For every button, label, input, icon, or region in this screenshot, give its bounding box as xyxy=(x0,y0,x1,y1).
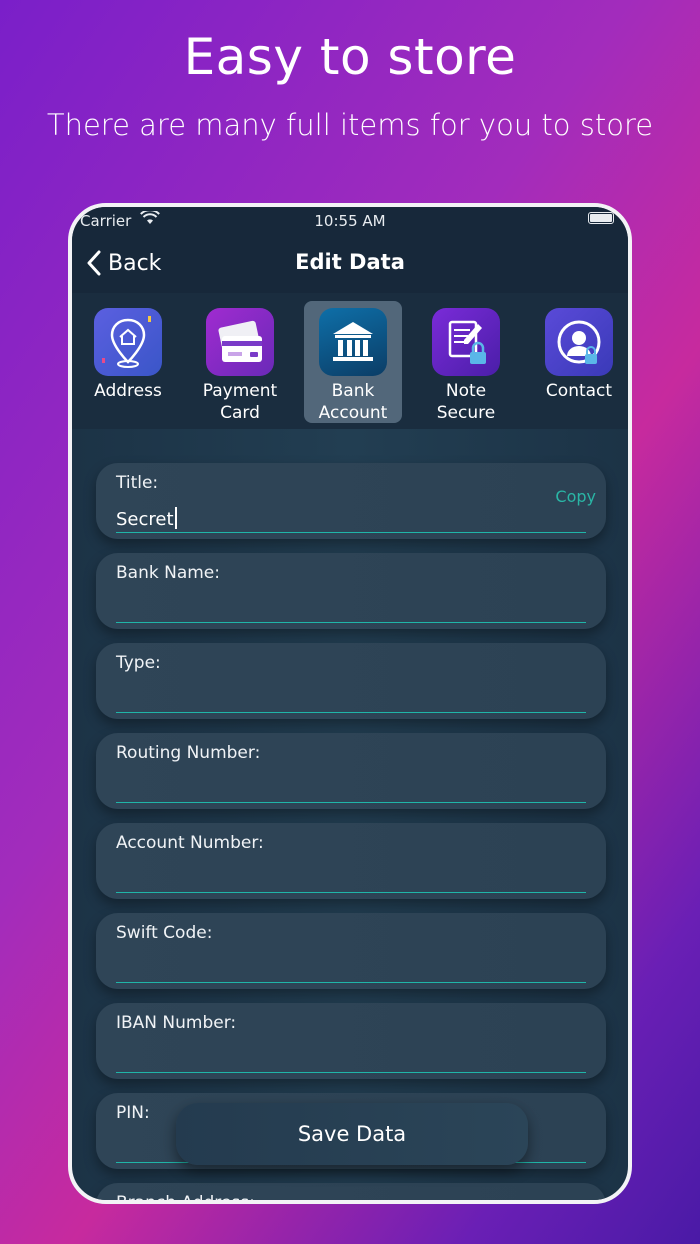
contact-person-icon xyxy=(545,308,613,376)
field-label: Title: xyxy=(116,473,159,493)
battery-icon xyxy=(588,212,614,224)
category-contact[interactable]: Contact xyxy=(530,301,628,423)
secure-note-icon xyxy=(432,308,500,376)
field-underline xyxy=(116,802,586,803)
field-label: Bank Name: xyxy=(116,563,220,583)
bank-name-field[interactable]: Bank Name: xyxy=(96,553,606,629)
field-underline xyxy=(116,1072,586,1073)
phone-frame: Carrier 10:55 AM Back Edit Data Address … xyxy=(68,203,632,1204)
field-label: Branch Address: xyxy=(116,1193,255,1204)
field-underline xyxy=(116,712,586,713)
promo-subtitle: There are many full items for you to sto… xyxy=(46,108,654,142)
branch-address-field[interactable]: Branch Address: xyxy=(96,1183,606,1204)
category-bank-account[interactable]: Bank Account xyxy=(304,301,402,423)
category-address-label: Address xyxy=(94,381,162,401)
copy-button[interactable]: Copy xyxy=(555,487,596,506)
field-underline xyxy=(116,982,586,983)
field-label: Type: xyxy=(116,653,161,673)
text-caret xyxy=(174,507,177,529)
routing-number-field[interactable]: Routing Number: xyxy=(96,733,606,809)
category-note-secure-label: Note xyxy=(445,381,487,401)
field-label: Routing Number: xyxy=(116,743,261,763)
category-address[interactable]: Address xyxy=(79,301,177,423)
credit-card-icon xyxy=(206,308,274,376)
map-pin-home-icon xyxy=(94,308,162,376)
swift-code-field[interactable]: Swift Code: xyxy=(96,913,606,989)
status-bar: Carrier 10:55 AM xyxy=(72,207,628,233)
title-field[interactable]: Title: Secret Copy xyxy=(96,463,606,539)
field-label: Swift Code: xyxy=(116,923,213,943)
category-bank-account-label: Bank xyxy=(331,381,375,401)
bank-form: Title: Secret Copy Bank Name: Type: Rout… xyxy=(72,429,628,1200)
page-title: Edit Data xyxy=(295,250,405,274)
field-underline xyxy=(116,622,586,623)
field-underline xyxy=(116,892,586,893)
category-note-secure[interactable]: Note Secure xyxy=(417,301,515,423)
category-bar: Address Payment Card Bank Account Note S… xyxy=(72,293,628,429)
iban-number-field[interactable]: IBAN Number: xyxy=(96,1003,606,1079)
category-payment-card-label: Payment xyxy=(202,381,278,401)
save-data-button[interactable]: Save Data xyxy=(176,1103,528,1165)
field-label: Account Number: xyxy=(116,833,264,853)
category-payment-card[interactable]: Payment Card xyxy=(191,301,289,423)
category-contact-label: Contact xyxy=(545,381,613,401)
field-underline xyxy=(116,532,586,533)
status-time: 10:55 AM xyxy=(314,212,386,230)
promo-title: Easy to store xyxy=(183,28,517,86)
type-field[interactable]: Type: xyxy=(96,643,606,719)
title-input[interactable]: Secret xyxy=(116,507,177,530)
account-number-field[interactable]: Account Number: xyxy=(96,823,606,899)
field-label: PIN: xyxy=(116,1103,150,1123)
nav-bar: Back Edit Data xyxy=(72,233,628,293)
bank-building-icon xyxy=(319,308,387,376)
field-label: IBAN Number: xyxy=(116,1013,237,1033)
